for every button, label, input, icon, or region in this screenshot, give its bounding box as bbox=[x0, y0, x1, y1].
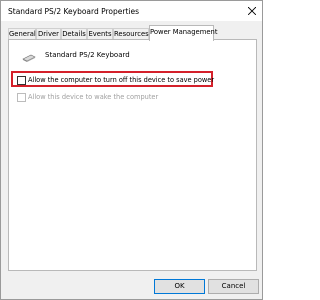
tab-strip: General Driver Details Events Resources … bbox=[8, 25, 258, 41]
window-title: Standard PS/2 Keyboard Properties bbox=[8, 7, 140, 16]
tab-label: Events bbox=[88, 30, 112, 38]
allow-wake-checkbox bbox=[17, 93, 26, 102]
allow-turn-off-option[interactable]: Allow the computer to turn off this devi… bbox=[17, 75, 232, 87]
tab-label: Driver bbox=[38, 30, 59, 38]
power-management-panel: Standard PS/2 Keyboard Allow the compute… bbox=[8, 39, 257, 271]
title-bar[interactable]: Standard PS/2 Keyboard Properties bbox=[1, 1, 262, 21]
keyboard-icon bbox=[22, 54, 36, 62]
ok-button[interactable]: OK bbox=[154, 279, 205, 294]
device-header: Standard PS/2 Keyboard bbox=[22, 50, 222, 64]
allow-turn-off-label[interactable]: Allow the computer to turn off this devi… bbox=[28, 76, 214, 84]
tab-power-management[interactable]: Power Management bbox=[149, 25, 218, 41]
close-icon bbox=[248, 7, 256, 15]
allow-wake-option: Allow this device to wake the computer bbox=[17, 92, 232, 104]
allow-turn-off-checkbox[interactable] bbox=[17, 76, 26, 85]
tab-label: Power Management bbox=[150, 28, 218, 36]
tab-label: Resources bbox=[114, 30, 149, 38]
allow-wake-label: Allow this device to wake the computer bbox=[28, 93, 159, 101]
cancel-button[interactable]: Cancel bbox=[208, 279, 259, 294]
properties-dialog: Standard PS/2 Keyboard Properties Genera… bbox=[0, 0, 263, 300]
close-button[interactable] bbox=[242, 1, 262, 21]
tab-label: Details bbox=[62, 30, 86, 38]
device-name: Standard PS/2 Keyboard bbox=[45, 51, 130, 59]
tab-label: General bbox=[9, 30, 36, 38]
